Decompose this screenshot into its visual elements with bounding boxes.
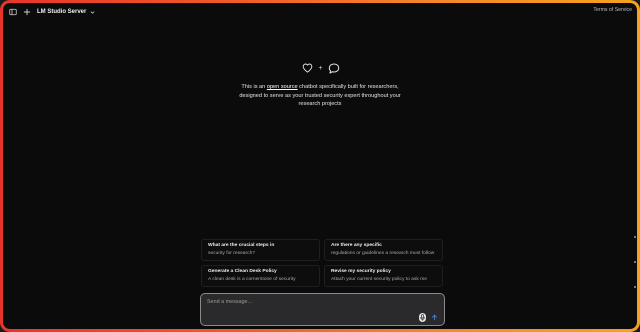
- send-button[interactable]: [429, 312, 439, 322]
- suggestion-card[interactable]: Generate a Clean Desk Policy A clean des…: [201, 265, 320, 287]
- terms-of-service-link[interactable]: Terms of Service: [593, 7, 632, 13]
- suggestion-title: Revise my security policy: [331, 269, 391, 274]
- chat-window: LM Studio Server Terms of Service + This: [3, 3, 637, 329]
- scrollbar-marker: [634, 261, 636, 263]
- suggestion-title: Are there any specific: [331, 243, 382, 248]
- hero-icons: +: [302, 62, 340, 74]
- message-composer[interactable]: Send a message...: [200, 293, 445, 326]
- model-name: LM Studio Server: [37, 9, 87, 15]
- suggestion-title: Generate a Clean Desk Policy: [208, 269, 277, 274]
- suggestion-title: What are the crucial steps in: [208, 243, 275, 248]
- suggestion-card[interactable]: What are the crucial steps in security f…: [201, 239, 320, 261]
- scrollbar-marker: [634, 236, 636, 238]
- intro-line-3: research projects: [298, 101, 342, 107]
- arrow-up-icon: [431, 314, 437, 320]
- suggestion-subtitle: Attach your current security policy to a…: [331, 277, 427, 282]
- intro-line-1: This is an open source chatbot specifica…: [241, 84, 399, 90]
- microphone-icon: [420, 314, 425, 321]
- microphone-button[interactable]: [419, 313, 426, 322]
- suggestion-subtitle: security for research?: [208, 251, 256, 256]
- suggestion-card[interactable]: Are there any specific regulations or gu…: [324, 239, 443, 261]
- hero-plus: +: [318, 64, 323, 72]
- suggestion-subtitle: A clean desk is a cornerstone of securit…: [208, 277, 296, 282]
- sidebar-panel-icon: [9, 8, 17, 16]
- suggestion-card[interactable]: Revise my security policy Attach your cu…: [324, 265, 443, 287]
- chat-bubble-icon: [328, 63, 340, 73]
- sidebar-toggle-button[interactable]: [8, 7, 18, 17]
- model-selector[interactable]: LM Studio Server: [37, 6, 96, 18]
- scrollbar-marker: [634, 286, 636, 288]
- top-bar: LM Studio Server Terms of Service: [3, 3, 637, 21]
- app-frame: LM Studio Server Terms of Service + This: [0, 0, 640, 332]
- intro-line-2: designed to serve as your trusted securi…: [239, 92, 401, 99]
- plus-icon: [23, 8, 31, 16]
- chevron-down-icon: [90, 9, 96, 15]
- intro-text: This is an open source chatbot specifica…: [208, 83, 432, 109]
- message-input[interactable]: Send a message...: [207, 299, 252, 305]
- suggestion-grid: What are the crucial steps in security f…: [201, 239, 444, 287]
- heart-icon: [302, 63, 313, 73]
- new-chat-button[interactable]: [22, 7, 32, 17]
- suggestion-subtitle: regulations or guidelines a research mus…: [331, 251, 435, 256]
- open-source-link[interactable]: open source: [267, 84, 298, 90]
